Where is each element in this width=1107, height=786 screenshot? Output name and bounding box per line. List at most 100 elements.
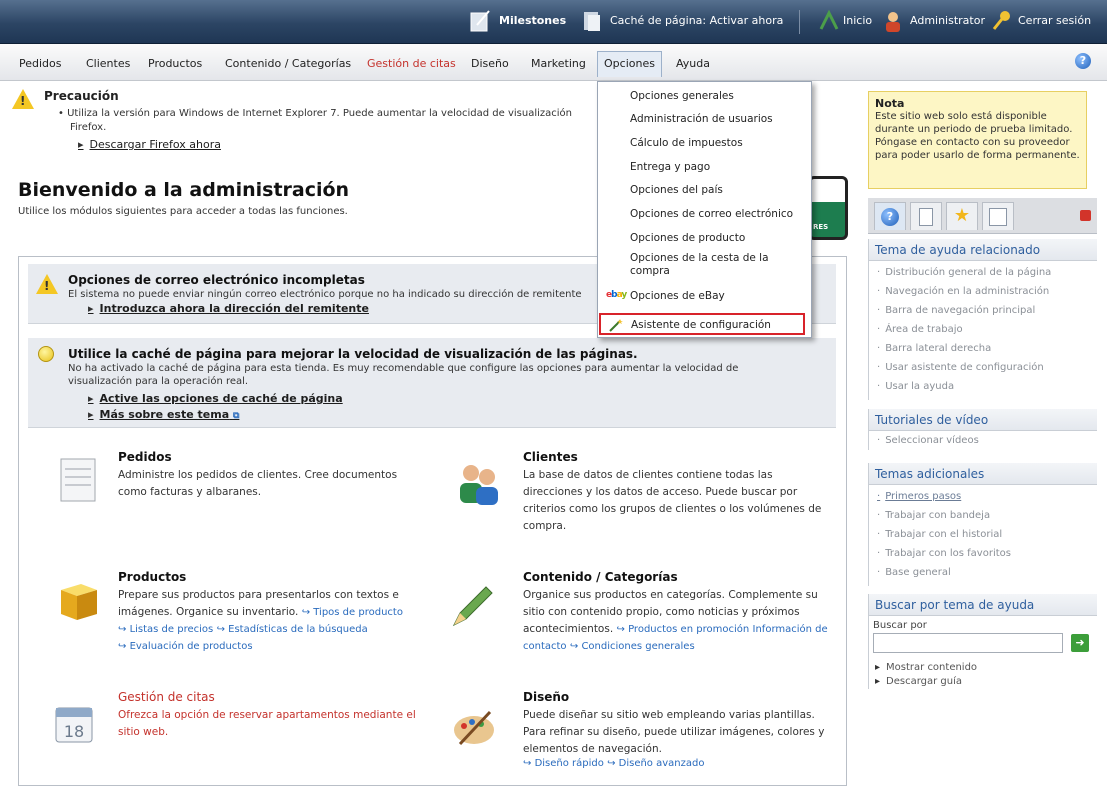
menu-item-entrega-pago[interactable]: Entrega y pago [630,161,710,174]
menu-ayuda[interactable]: Ayuda [676,57,710,70]
module-diseno: Diseño Puede diseñar su sitio web emplea… [523,690,833,769]
module-diseno-title[interactable]: Diseño [523,690,833,704]
tab-clipboard[interactable] [910,202,942,230]
search-help-input[interactable] [873,633,1063,653]
select-videos-link[interactable]: Seleccionar vídeos [869,431,1097,450]
menu-productos[interactable]: Productos [148,57,202,70]
evaluacion-productos-link[interactable]: ↪ Evaluación de productos [118,641,253,652]
module-productos-title[interactable]: Productos [118,570,418,584]
page-subtitle: Utilice los módulos siguientes para acce… [18,206,348,217]
diseno-avanzado-link[interactable]: ↪ Diseño avanzado [607,758,704,769]
menu-item-administracion-usuarios[interactable]: Administración de usuarios [630,113,773,126]
productos-promocion-link[interactable]: ↪ Productos en promoción [617,624,750,635]
topic-item[interactable]: Base general [869,563,1097,582]
menu-gestion-citas[interactable]: Gestión de citas [367,57,456,70]
sender-address-link[interactable]: Introduzca ahora la dirección del remite… [88,302,369,315]
menu-pedidos[interactable]: Pedidos [19,57,62,70]
module-contenido-title[interactable]: Contenido / Categorías [523,570,833,584]
history-icon [989,208,1007,226]
search-go-button[interactable]: ➜ [1071,634,1089,652]
module-contenido: Contenido / Categorías Organice sus prod… [523,570,833,655]
administrator-icon [886,12,900,32]
estadisticas-busqueda-link[interactable]: ↪ Estadísticas de la búsqueda [217,624,368,635]
related-help-item[interactable]: Barra de navegación principal [869,301,1097,320]
menu-marketing[interactable]: Marketing [531,57,586,70]
menu-item-opciones-correo[interactable]: Opciones de correo electrónico [630,208,793,221]
page-title: Bienvenido a la administración [18,179,350,201]
related-help-title: Tema de ayuda relacionado [869,239,1097,261]
topic-item[interactable]: Trabajar con los favoritos [869,544,1097,563]
search-help-box: Buscar por tema de ayuda Buscar por ➜ Mo… [868,594,1097,689]
activate-cache-link[interactable]: Active las opciones de caché de página [88,392,343,405]
topic-item[interactable]: Trabajar con el historial [869,525,1097,544]
warning-icon [12,89,34,109]
menu-item-opciones-pais[interactable]: Opciones del país [630,184,723,197]
menu-contenido[interactable]: Contenido / Categorías [225,57,351,70]
search-options: Mostrar contenido Descargar guía [869,657,1097,689]
menu-item-opciones-producto[interactable]: Opciones de producto [630,232,745,245]
download-guide-link[interactable]: Descargar guía [875,675,1091,689]
show-content-link[interactable]: Mostrar contenido [875,661,1091,675]
more-on-topic-link[interactable]: Más sobre este tema ⧉ [88,408,240,421]
menu-item-opciones-generales[interactable]: Opciones generales [630,90,734,103]
close-icon[interactable] [1080,210,1091,221]
logout-link[interactable]: Cerrar sesión [1018,14,1091,27]
design-palette-icon [454,710,494,746]
listas-precios-link[interactable]: ↪ Listas de precios [118,624,213,635]
administrator-link[interactable]: Administrator [910,14,985,27]
top-toolbar: Milestones Caché de página: Activar ahor… [0,0,1107,44]
cache-notice-title: Utilice la caché de página para mejorar … [68,347,638,361]
content-pencil-icon [452,586,493,627]
module-citas-title[interactable]: Gestión de citas [118,690,418,704]
help-icon: ? [881,208,899,226]
condiciones-generales-link[interactable]: ↪ Condiciones generales [570,641,695,652]
module-pedidos-title[interactable]: Pedidos [118,450,418,464]
topic-item[interactable]: Primeros pasos [869,487,1097,506]
search-row: ➜ [869,631,1097,657]
related-help-item[interactable]: Usar la ayuda [869,377,1097,396]
svg-text:18: 18 [64,722,84,741]
cache-notice-text: No ha activado la caché de página para e… [68,363,739,387]
milestones-icon [470,10,490,32]
wand-icon [609,319,623,332]
ebay-icon: ebay [606,290,627,300]
orders-document-icon [60,458,96,502]
menu-opciones[interactable]: Opciones [597,51,662,77]
related-help-item[interactable]: Barra lateral derecha [869,339,1097,358]
home-link[interactable]: Inicio [843,14,872,27]
tab-history[interactable] [982,202,1014,230]
related-help-item[interactable]: Área de trabajo [869,320,1097,339]
search-help-title: Buscar por tema de ayuda [869,594,1097,616]
calendar-icon: 18 [55,707,93,743]
module-clientes-title[interactable]: Clientes [523,450,833,464]
additional-topics-box: Temas adicionales Primeros pasos Trabaja… [868,463,1097,586]
module-clientes-desc: La base de datos de clientes contiene to… [523,469,822,532]
help-icon[interactable]: ? [1075,53,1091,69]
menu-clientes[interactable]: Clientes [86,57,130,70]
menu-item-calculo-impuestos[interactable]: Cálculo de impuestos [630,137,743,150]
related-help-item[interactable]: Distribución general de la página [869,263,1097,282]
tipos-producto-link[interactable]: ↪ Tipos de producto [302,607,403,618]
topic-item[interactable]: Trabajar con bandeja [869,506,1097,525]
brand-logo: RES [808,176,848,240]
module-pedidos: Pedidos Administre los pedidos de client… [118,450,418,501]
tab-favorites[interactable]: ★ [946,202,978,230]
design-links: ↪ Diseño rápido ↪ Diseño avanzado [523,758,833,769]
milestones-link[interactable]: Milestones [499,14,566,27]
opciones-dropdown: Opciones generales Administración de usu… [597,81,812,338]
diseno-rapido-link[interactable]: ↪ Diseño rápido [523,758,604,769]
warning-title: Precaución [44,89,119,103]
key-icon [992,11,1010,30]
module-citas: Gestión de citas Ofrezca la opción de re… [118,690,418,741]
tab-help[interactable]: ? [874,202,906,230]
menu-diseno[interactable]: Diseño [471,57,509,70]
related-help-item[interactable]: Navegación en la administración [869,282,1097,301]
related-help-item[interactable]: Usar asistente de configuración [869,358,1097,377]
menu-item-opciones-cesta[interactable]: Opciones de la cesta de la compra [630,252,790,278]
download-firefox-link[interactable]: Descargar Firefox ahora [78,138,221,151]
lightbulb-icon [38,346,54,362]
cache-activate-link[interactable]: Caché de página: Activar ahora [610,14,783,27]
menu-item-asistente-configuracion[interactable]: Asistente de configuración [599,313,805,335]
module-productos: Productos Prepare sus productos para pre… [118,570,418,655]
menu-item-opciones-ebay[interactable]: Opciones de eBay [630,290,725,303]
